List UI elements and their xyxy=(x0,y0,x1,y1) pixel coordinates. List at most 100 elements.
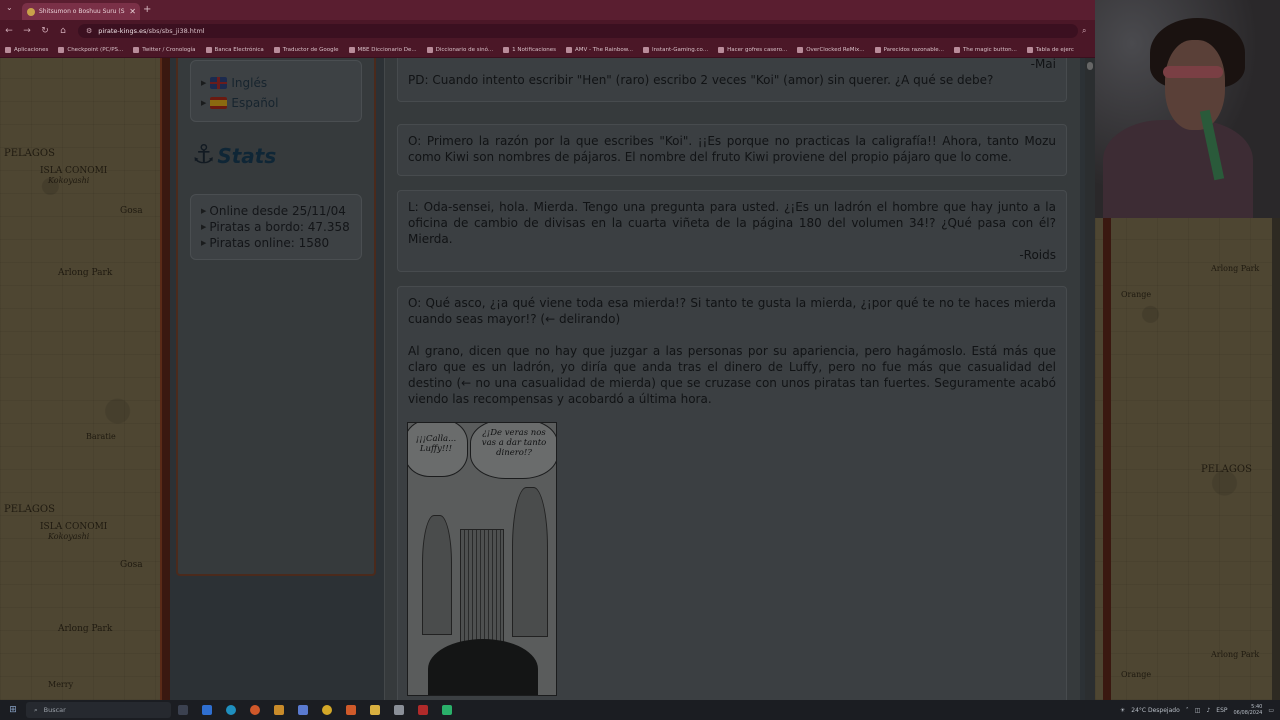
weather-text[interactable]: 24°C Despejado xyxy=(1131,707,1180,714)
bookmark-favicon-icon xyxy=(642,46,649,53)
map-label: Arlong Park xyxy=(1211,264,1260,273)
bookmark-favicon-icon xyxy=(426,46,433,53)
bookmark-label: Hacer gofres casero... xyxy=(727,46,788,53)
bookmark-item[interactable]: OverClocked ReMix... xyxy=(792,46,869,53)
reload-icon[interactable]: ↻ xyxy=(36,26,54,36)
map-label: PELAGOS xyxy=(1201,464,1252,475)
network-icon[interactable]: ◫ xyxy=(1195,707,1201,714)
app-icon[interactable] xyxy=(339,705,363,715)
tab-close-icon[interactable]: ✕ xyxy=(129,7,140,16)
bookmark-label: Instant-Gaming.co... xyxy=(651,46,709,53)
bookmark-item[interactable]: Instant-Gaming.co... xyxy=(638,46,713,53)
home-icon[interactable]: ⌂ xyxy=(54,26,72,36)
browser-tab-active[interactable]: Shitsumon o Boshuu Suru (SBS) ✕ xyxy=(22,3,140,20)
scrollbar-track[interactable] xyxy=(1085,58,1095,700)
browser-tab-bar: ⌄ Shitsumon o Boshuu Suru (SBS) ✕ + xyxy=(0,0,1095,20)
qa-card: O: Primero la razón por la que escribes … xyxy=(397,124,1067,176)
map-label: Baratie xyxy=(86,432,116,441)
bookmark-label: Checkpoint (PC/PS... xyxy=(67,46,124,53)
bookmark-label: AMV - The Rainbow... xyxy=(575,46,633,53)
app-icon[interactable] xyxy=(291,705,315,715)
app-icon[interactable] xyxy=(435,705,459,715)
edge-icon[interactable] xyxy=(219,705,243,715)
url-domain: pirate-kings.es xyxy=(98,27,147,35)
arrow-icon: ▶ xyxy=(201,207,207,215)
windows-start-icon[interactable]: ⊞ xyxy=(0,705,26,715)
back-icon[interactable]: ← xyxy=(0,26,18,36)
bookmark-item[interactable]: Checkpoint (PC/PS... xyxy=(53,46,128,53)
bookmark-item[interactable]: Traductor de Google xyxy=(269,46,344,53)
bookmark-favicon-icon xyxy=(5,46,11,53)
volume-icon[interactable]: ♪ xyxy=(1206,707,1210,714)
app-icon[interactable] xyxy=(411,705,435,715)
address-bar[interactable]: ⚙ pirate-kings.es/sbs/sbs_ji38.html xyxy=(78,24,1078,38)
tab-favicon-icon xyxy=(27,7,35,16)
clock[interactable]: 5:40 06/08/2024 xyxy=(1234,704,1263,716)
scrollbar-thumb[interactable] xyxy=(1087,62,1093,70)
speech-bubble: ¡¡¡Calla... Luffy!!! xyxy=(408,423,468,477)
language-link-spanish[interactable]: ▶ Español xyxy=(201,93,361,113)
folder-icon[interactable] xyxy=(363,705,387,715)
bookmark-favicon-icon xyxy=(1026,46,1033,53)
bookmark-item[interactable]: Aplicaciones xyxy=(0,46,53,53)
notifications-icon[interactable]: ▭ xyxy=(1268,707,1274,714)
bookmark-item[interactable]: Parecidos razonable... xyxy=(870,46,949,53)
webcam-person-shirt xyxy=(1103,120,1253,218)
app-icon[interactable] xyxy=(267,705,291,715)
signature: -Roids xyxy=(1019,248,1056,262)
web-page: PELAGOS ISLA CONOMI Kokoyashi Gosa Arlon… xyxy=(0,58,1095,700)
bookmark-label: Traductor de Google xyxy=(282,46,339,53)
stats-heading: ⚓ Stats xyxy=(192,142,276,168)
map-label: PELAGOS xyxy=(4,504,55,515)
bookmark-item[interactable]: Hacer gofres casero... xyxy=(713,46,792,53)
taskbar-search[interactable]: ⌕ Buscar xyxy=(26,702,171,718)
bookmark-item[interactable]: Twitter / Cronología xyxy=(128,46,200,53)
search-placeholder: Buscar xyxy=(43,706,66,714)
arrow-icon: ▶ xyxy=(201,239,207,247)
chevron-up-icon[interactable]: ˄ xyxy=(1186,707,1189,714)
desktop-scrollbar[interactable] xyxy=(1272,218,1280,700)
bookmark-item[interactable]: The magic button... xyxy=(949,46,1022,53)
sbs-content: -Mai PD: Cuando intento escribir "Hen" (… xyxy=(384,58,1080,700)
bookmark-favicon-icon xyxy=(797,46,804,53)
qa-body: Cuando intento escribir "Hen" (raro) esc… xyxy=(432,73,994,87)
map-label: Orange xyxy=(1121,290,1152,299)
language-label: Español xyxy=(231,96,279,110)
firefox-icon[interactable] xyxy=(243,705,267,715)
browser-toolbar: ← → ↻ ⌂ ⚙ pirate-kings.es/sbs/sbs_ji38.h… xyxy=(0,20,1095,42)
bookmark-item[interactable]: Diccionario de sinó... xyxy=(422,46,498,53)
bookmark-item[interactable]: Banca Electrónica xyxy=(201,46,269,53)
bookmark-favicon-icon xyxy=(133,46,140,53)
app-icon[interactable] xyxy=(387,705,411,715)
search-icon[interactable]: ⌕ xyxy=(1082,26,1086,36)
app-icon[interactable] xyxy=(195,705,219,715)
bookmark-favicon-icon xyxy=(718,46,725,53)
bookmark-item[interactable]: Tabla de ejerc xyxy=(1022,46,1079,53)
tab-search-icon[interactable]: ⌄ xyxy=(6,3,13,12)
language-indicator[interactable]: ESP xyxy=(1216,707,1227,714)
forward-icon[interactable]: → xyxy=(18,26,36,36)
qa-text: PD: Cuando intento escribir "Hen" (raro)… xyxy=(408,72,1056,88)
site-info-icon[interactable]: ⚙ xyxy=(86,27,92,35)
bookmark-label: Aplicaciones xyxy=(14,46,49,53)
map-background-left: PELAGOS ISLA CONOMI Kokoyashi Gosa Arlon… xyxy=(0,58,168,700)
bookmark-item[interactable]: MBE Diccionario De... xyxy=(344,46,422,53)
bookmark-item[interactable]: AMV - The Rainbow... xyxy=(561,46,638,53)
manga-panel-image: ¡¡¡Calla... Luffy!!! ¿¡De veras nos vas … xyxy=(407,422,557,696)
new-tab-icon[interactable]: + xyxy=(143,4,151,15)
map-label: Kokoyashi xyxy=(48,176,90,185)
bookmark-favicon-icon xyxy=(205,46,212,53)
bookmark-favicon-icon xyxy=(566,46,573,53)
chrome-icon[interactable] xyxy=(315,705,339,715)
map-background-right: Arlong Park Orange PELAGOS Arlong Park O… xyxy=(1095,218,1280,700)
stat-text: Online desde 25/11/04 xyxy=(209,204,346,218)
language-box: ▶ Inglés ▶ Español xyxy=(190,60,362,122)
bookmark-item[interactable]: 1 Notificaciones xyxy=(498,46,561,53)
task-view-icon[interactable] xyxy=(171,705,195,715)
manga-figure xyxy=(422,515,452,635)
bookmark-label: Banca Electrónica xyxy=(214,46,264,53)
bookmark-favicon-icon xyxy=(503,46,510,53)
language-link-english[interactable]: ▶ Inglés xyxy=(201,73,361,93)
stats-box: ▶ Online desde 25/11/04 ▶ Piratas a bordo:… xyxy=(190,194,362,260)
bookmark-label: Tabla de ejerc xyxy=(1035,46,1074,53)
